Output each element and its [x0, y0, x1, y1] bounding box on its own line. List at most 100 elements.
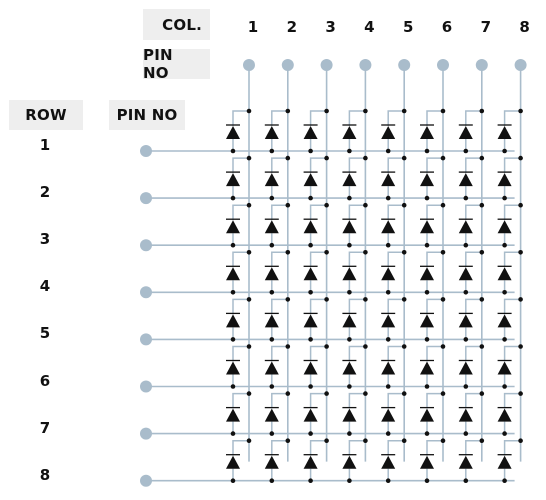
led-anode-wire [348, 204, 366, 221]
led-anode-wire [387, 345, 405, 362]
cathode-junction-dot [385, 478, 391, 484]
led-anode-wire [465, 157, 482, 174]
anode-junction-dot [324, 155, 329, 161]
anode-junction-dot [440, 438, 446, 444]
cathode-junction-dot [347, 290, 352, 295]
column-pin-3 [320, 59, 333, 71]
cathode-junction-dot [347, 431, 352, 436]
led-diode-icon [226, 314, 240, 328]
led-diode-icon [420, 220, 434, 234]
led-diode-icon [381, 173, 396, 187]
led-diode-icon [264, 220, 279, 234]
led-anode-wire [426, 110, 443, 126]
led-anode-wire [232, 204, 249, 221]
cathode-junction-dot [385, 148, 391, 154]
row-pin-5 [140, 333, 152, 346]
led-diode-icon [342, 220, 357, 234]
led-matrix-circuit [140, 59, 527, 487]
led-anode-wire [465, 439, 482, 456]
led-diode-icon [497, 361, 512, 375]
led-diode-icon [226, 455, 240, 469]
led-anode-wire [232, 157, 249, 174]
cathode-junction-dot [230, 478, 236, 484]
anode-junction-dot [401, 108, 407, 114]
led-anode-wire [309, 110, 327, 126]
led-anode-wire [426, 298, 443, 315]
column-pin-6 [437, 59, 449, 71]
cathode-junction-dot [502, 195, 507, 201]
led-diode-icon [303, 173, 318, 187]
row-pin-8 [140, 474, 152, 487]
anode-junction-dot [363, 297, 368, 302]
cathode-junction-dot [463, 337, 469, 342]
anode-junction-dot [363, 155, 368, 161]
anode-junction-dot [246, 202, 252, 208]
cathode-junction-dot [502, 242, 507, 248]
led-diode-icon [420, 126, 434, 139]
led-diode-icon [420, 314, 434, 328]
cathode-junction-dot [385, 384, 391, 389]
anode-junction-dot [324, 108, 329, 114]
led-diode-icon [264, 173, 279, 187]
cathode-junction-dot [347, 195, 352, 201]
cathode-junction-dot [347, 478, 352, 484]
led-diode-icon [497, 314, 512, 328]
led-anode-wire [232, 345, 249, 362]
column-pin-7 [475, 59, 488, 71]
led-anode-wire [503, 110, 521, 126]
led-anode-wire [309, 345, 327, 362]
led-diode-icon [497, 267, 512, 281]
led-anode-wire [271, 110, 288, 126]
cathode-junction-dot [269, 148, 275, 154]
led-anode-wire [426, 157, 443, 174]
anode-junction-dot [246, 108, 252, 114]
led-diode-icon [420, 173, 434, 187]
led-anode-wire [426, 204, 443, 221]
led-anode-wire [387, 439, 405, 456]
led-anode-wire [465, 392, 482, 409]
led-anode-wire [348, 345, 366, 362]
led-anode-wire [309, 204, 327, 221]
anode-junction-dot [401, 250, 407, 255]
anode-junction-dot [518, 391, 523, 396]
led-anode-wire [387, 298, 405, 315]
anode-junction-dot [518, 250, 523, 255]
led-diode-icon [497, 220, 512, 234]
anode-junction-dot [479, 391, 485, 396]
cathode-junction-dot [385, 242, 391, 248]
anode-junction-dot [479, 108, 485, 114]
led-diode-icon [303, 126, 318, 139]
anode-junction-dot [479, 250, 485, 255]
led-diode-icon [342, 455, 357, 469]
cathode-junction-dot [424, 431, 430, 436]
led-diode-icon [303, 314, 318, 328]
anode-junction-dot [285, 108, 291, 114]
led-diode-icon [458, 173, 473, 187]
anode-junction-dot [518, 438, 523, 444]
anode-junction-dot [246, 155, 252, 161]
anode-junction-dot [324, 344, 329, 349]
anode-junction-dot [285, 391, 291, 396]
led-anode-wire [309, 439, 327, 456]
anode-junction-dot [246, 438, 252, 444]
led-diode-icon [264, 267, 279, 281]
cathode-junction-dot [502, 337, 507, 342]
led-anode-wire [309, 392, 327, 409]
cathode-junction-dot [308, 148, 313, 154]
led-anode-wire [309, 157, 327, 174]
cathode-junction-dot [347, 384, 352, 389]
anode-junction-dot [401, 297, 407, 302]
cathode-junction-dot [230, 431, 236, 436]
anode-junction-dot [285, 344, 291, 349]
cathode-junction-dot [385, 290, 391, 295]
led-anode-wire [232, 251, 249, 268]
led-diode-icon [458, 361, 473, 375]
led-anode-wire [348, 157, 366, 174]
cathode-junction-dot [308, 337, 313, 342]
led-anode-wire [387, 204, 405, 221]
cathode-junction-dot [347, 148, 352, 154]
led-diode-icon [342, 361, 357, 375]
led-anode-wire [503, 345, 521, 362]
cathode-junction-dot [463, 195, 469, 201]
row-pin-7 [140, 427, 152, 440]
